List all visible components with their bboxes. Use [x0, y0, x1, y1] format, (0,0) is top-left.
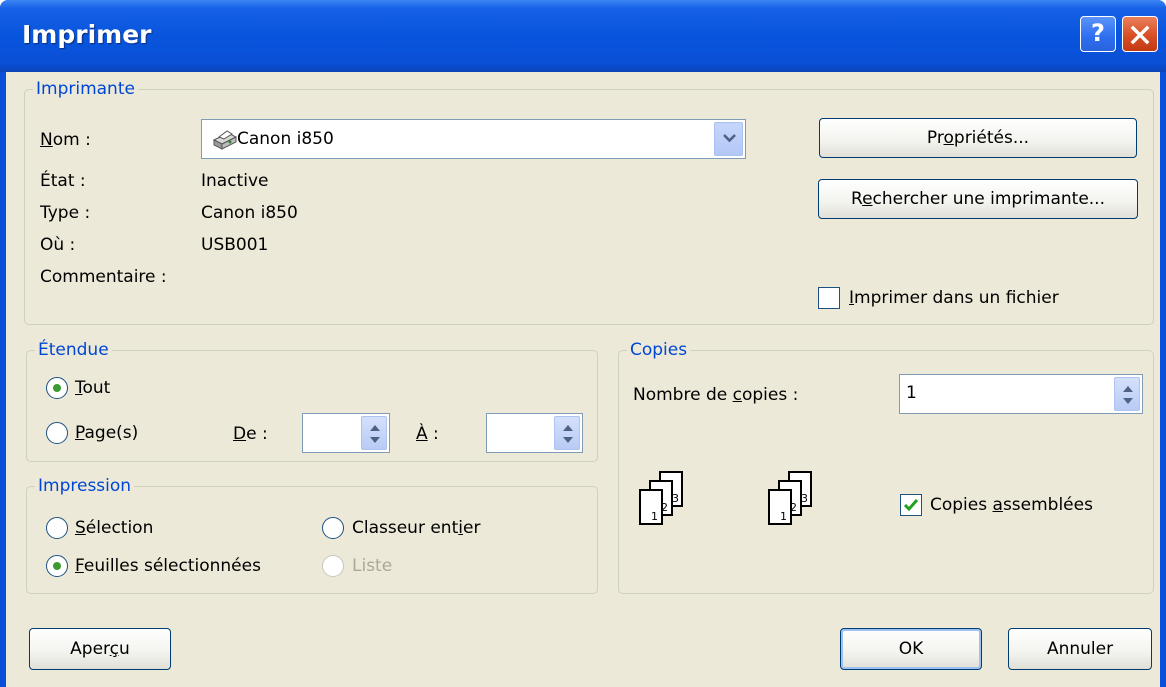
status-value: Inactive: [201, 171, 269, 191]
radio-selected-dot: [53, 384, 61, 392]
print-what-legend: Impression: [35, 476, 135, 496]
collated-pages-icon: 3 2 1: [639, 471, 683, 525]
close-icon: [1130, 25, 1150, 45]
name-label: Nom :: [40, 130, 91, 150]
combo-dropdown-button[interactable]: [714, 122, 743, 156]
cancel-button[interactable]: Annuler: [1008, 628, 1152, 670]
collated-pages-icon: 3 2 1: [768, 471, 812, 525]
active-sheets-label[interactable]: Feuilles sélectionnées: [75, 555, 261, 577]
radio-selected-dot: [53, 562, 61, 570]
from-label: De :: [233, 424, 268, 444]
print-to-file-label[interactable]: Imprimer dans un fichier: [849, 287, 1059, 309]
printer-legend: Imprimante: [33, 79, 138, 99]
properties-button[interactable]: Propriétés...: [819, 118, 1137, 158]
to-label: À :: [416, 424, 439, 444]
copies-legend: Copies: [627, 340, 691, 360]
selection-label[interactable]: Sélection: [75, 517, 153, 539]
list-radio: [322, 555, 344, 577]
status-label: État :: [40, 171, 86, 191]
title-bar[interactable]: Imprimer ?: [0, 0, 1166, 72]
spin-arrows-icon: [1123, 386, 1133, 404]
type-label: Type :: [40, 203, 91, 223]
spin-arrows-icon: [370, 425, 380, 443]
entire-workbook-label[interactable]: Classeur entier: [352, 517, 480, 539]
page-number-3: 3: [672, 492, 679, 505]
dialog-title: Imprimer: [22, 20, 152, 49]
dialog-body: Imprimante Nom : Canon i850 État : Inact…: [6, 72, 1160, 687]
checkmark-icon: [903, 499, 919, 512]
printer-name-value: Canon i850: [237, 129, 334, 149]
ok-button[interactable]: OK: [840, 628, 982, 670]
page-number-3: 3: [801, 492, 808, 505]
chevron-down-icon: [723, 134, 736, 143]
help-button[interactable]: ?: [1080, 16, 1116, 52]
entire-workbook-radio[interactable]: [322, 517, 344, 539]
print-dialog: Imprimer ? Imprimante Nom : Canon i850 É…: [0, 0, 1166, 687]
selection-radio[interactable]: [46, 517, 68, 539]
where-value: USB001: [201, 235, 269, 255]
comment-label: Commentaire :: [40, 267, 167, 287]
where-label: Où :: [40, 235, 76, 255]
printer-name-select[interactable]: Canon i850: [201, 119, 746, 159]
to-page-spinner[interactable]: [554, 416, 580, 450]
active-sheets-radio[interactable]: [46, 555, 68, 577]
list-label: Liste: [352, 556, 393, 576]
to-page-input[interactable]: [486, 413, 583, 453]
print-to-file-checkbox[interactable]: [818, 287, 840, 309]
preview-button[interactable]: Aperçu: [29, 628, 171, 670]
range-legend: Étendue: [35, 340, 112, 360]
range-all-label[interactable]: Tout: [75, 377, 110, 399]
close-button[interactable]: [1122, 16, 1158, 52]
find-printer-button[interactable]: Rechercher une imprimante...: [818, 179, 1138, 219]
type-value: Canon i850: [201, 203, 298, 223]
page-number-1: 1: [651, 510, 658, 523]
range-all-radio[interactable]: [46, 377, 68, 399]
printer-icon: [212, 130, 238, 150]
number-of-copies-label: Nombre de copies :: [633, 385, 799, 405]
range-pages-radio[interactable]: [46, 422, 68, 444]
number-of-copies-value: 1: [906, 383, 917, 403]
from-page-spinner[interactable]: [361, 416, 387, 450]
collate-label[interactable]: Copies assemblées: [930, 494, 1093, 516]
number-of-copies-input[interactable]: 1: [899, 374, 1143, 414]
number-of-copies-spinner[interactable]: [1114, 377, 1140, 411]
spin-arrows-icon: [563, 425, 573, 443]
print-what-group: Impression: [26, 476, 598, 594]
page-number-1: 1: [780, 510, 787, 523]
collate-checkbox[interactable]: [900, 494, 922, 516]
from-page-input[interactable]: [302, 413, 390, 453]
range-pages-label[interactable]: Page(s): [75, 422, 138, 444]
